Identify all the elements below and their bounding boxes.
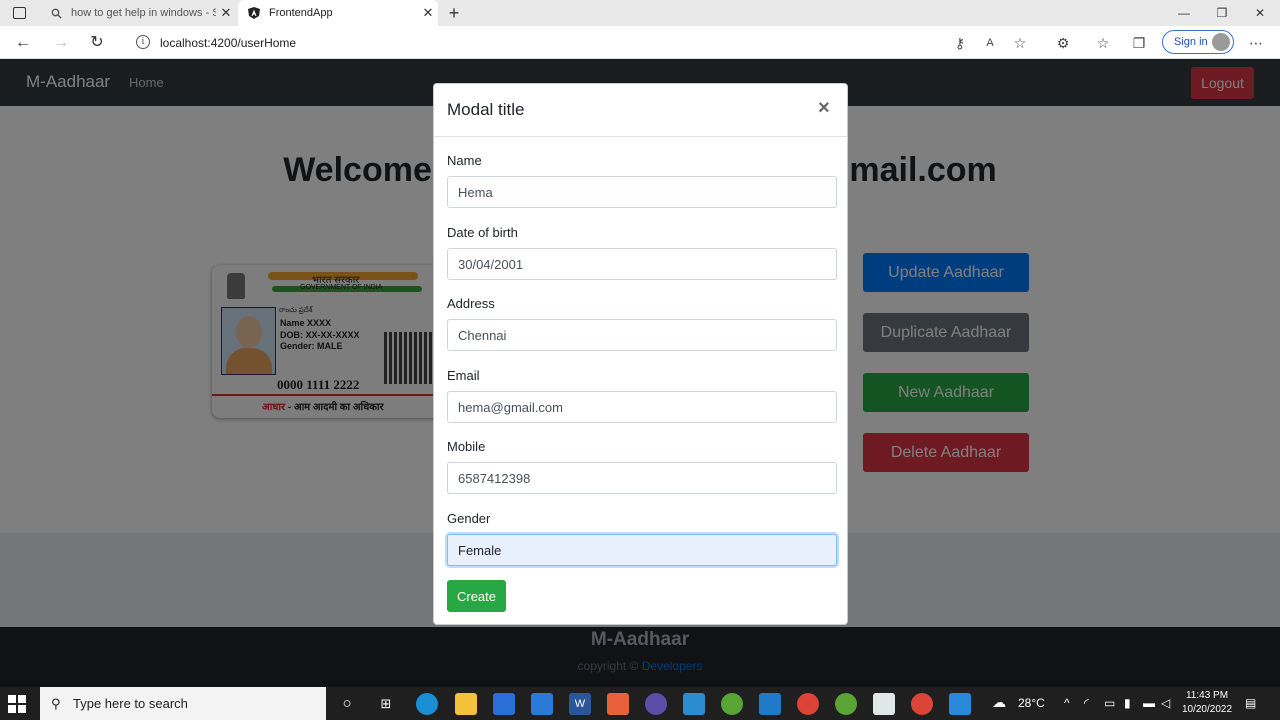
chrome-icon[interactable] [797, 693, 819, 715]
close-icon[interactable]: × [818, 97, 830, 120]
app-icon[interactable] [683, 693, 705, 715]
taskbar-search-placeholder: Type here to search [73, 696, 188, 711]
gender-field[interactable] [447, 534, 837, 566]
network-icon[interactable]: ◜ [1084, 696, 1089, 710]
modal-dialog: Modal title × Name Date of birth Address… [433, 83, 848, 625]
dob-field[interactable] [447, 248, 837, 280]
close-icon[interactable]: ✕ [418, 5, 438, 21]
extensions-icon[interactable]: ⚙ [1052, 32, 1074, 54]
mobile-label: Mobile [447, 439, 486, 454]
windows-start-icon[interactable] [8, 695, 26, 713]
address-label: Address [447, 296, 495, 311]
spring-icon[interactable] [835, 693, 857, 715]
task-view-icon[interactable]: ⊞ [375, 693, 397, 715]
minimize-icon[interactable]: — [1172, 3, 1196, 23]
address-bar-row: ← → ↻ i localhost:4200/userHome ⚷ A ☆ ⚙ … [0, 26, 1280, 59]
close-icon[interactable]: ✕ [216, 5, 236, 21]
taskbar-clock[interactable]: 11:43 PM 10/20/2022 [1176, 689, 1238, 717]
volume-icon[interactable]: ◁ [1161, 696, 1170, 710]
device-icon[interactable]: ▭ [1104, 696, 1115, 710]
close-window-icon[interactable]: ✕ [1248, 3, 1272, 23]
create-button[interactable]: Create [447, 580, 506, 612]
modal-header: Modal title × [434, 84, 847, 137]
sign-in-label: Sign in [1174, 36, 1208, 48]
mobile-field[interactable] [447, 462, 837, 494]
url-text: localhost:4200/userHome [160, 35, 297, 50]
name-field[interactable] [447, 176, 837, 208]
angular-icon [248, 7, 260, 19]
refresh-icon[interactable]: ↻ [86, 32, 108, 54]
app-icon[interactable] [873, 693, 895, 715]
sign-in-button[interactable]: Sign in [1162, 30, 1234, 54]
edge-icon[interactable] [416, 693, 438, 715]
search-icon [50, 7, 62, 19]
photos-icon[interactable] [949, 693, 971, 715]
file-explorer-icon[interactable] [455, 693, 477, 715]
modal-title: Modal title [447, 100, 525, 119]
dob-label: Date of birth [447, 225, 518, 240]
mail-icon[interactable] [531, 693, 553, 715]
weather-text[interactable]: 28°C [1018, 696, 1045, 710]
gender-label: Gender [447, 511, 491, 526]
app-icon[interactable] [645, 693, 667, 715]
search-icon: ⚲ [51, 696, 61, 711]
word-icon[interactable]: W [569, 693, 591, 715]
collections-icon[interactable]: ❐ [1128, 32, 1150, 54]
chrome-icon[interactable] [911, 693, 933, 715]
cloud-icon: ☁ [992, 694, 1006, 710]
restore-icon[interactable]: ❐ [1210, 3, 1234, 23]
taskbar-search-box[interactable]: ⚲ Type here to search [40, 687, 326, 720]
email-field[interactable] [447, 391, 837, 423]
back-icon[interactable]: ← [12, 32, 34, 54]
cortana-icon[interactable]: ○ [336, 693, 358, 715]
forward-icon[interactable]: → [50, 32, 72, 54]
avatar [1212, 33, 1230, 51]
notification-icon[interactable]: ▤ [1245, 696, 1256, 710]
email-label: Email [447, 368, 480, 383]
mic-icon[interactable]: ▮ [1124, 696, 1131, 710]
battery-icon[interactable]: ▬ [1143, 696, 1155, 710]
store-icon[interactable] [493, 693, 515, 715]
new-tab-button[interactable]: + [444, 3, 464, 23]
spring-icon[interactable] [721, 693, 743, 715]
favorite-add-icon[interactable]: ☆ [1009, 32, 1031, 54]
address-field[interactable] [447, 319, 837, 351]
info-icon[interactable]: i [136, 35, 150, 49]
tab-actions-icon[interactable] [13, 7, 26, 19]
windows-taskbar: ⚲ Type here to search ○ ⊞ W ☁ 28°C ^ ◜ ▭… [0, 687, 1280, 720]
web-page: M-Aadhaar Home Logout Welcome tgmail.com… [0, 59, 1280, 687]
more-icon[interactable]: ⋯ [1245, 32, 1267, 54]
browser-tab-strip: how to get help in windows - Se ✕ Fronte… [0, 0, 1280, 26]
chevron-up-icon[interactable]: ^ [1064, 696, 1070, 710]
tab-label: how to get help in windows - Se [71, 7, 216, 19]
git-icon[interactable] [607, 693, 629, 715]
favorites-icon[interactable]: ☆ [1092, 32, 1114, 54]
key-icon[interactable]: ⚷ [949, 32, 971, 54]
browser-tab-search[interactable]: how to get help in windows - Se ✕ [40, 0, 236, 26]
browser-tab-frontendapp[interactable]: FrontendApp ✕ [238, 0, 438, 26]
clock-date: 10/20/2022 [1181, 704, 1233, 715]
clock-time: 11:43 PM [1185, 690, 1229, 701]
name-label: Name [447, 153, 482, 168]
read-aloud-icon[interactable]: A [979, 32, 1001, 54]
url-field[interactable]: i localhost:4200/userHome [122, 30, 1042, 55]
tab-label: FrontendApp [269, 7, 333, 19]
vscode-icon[interactable] [759, 693, 781, 715]
